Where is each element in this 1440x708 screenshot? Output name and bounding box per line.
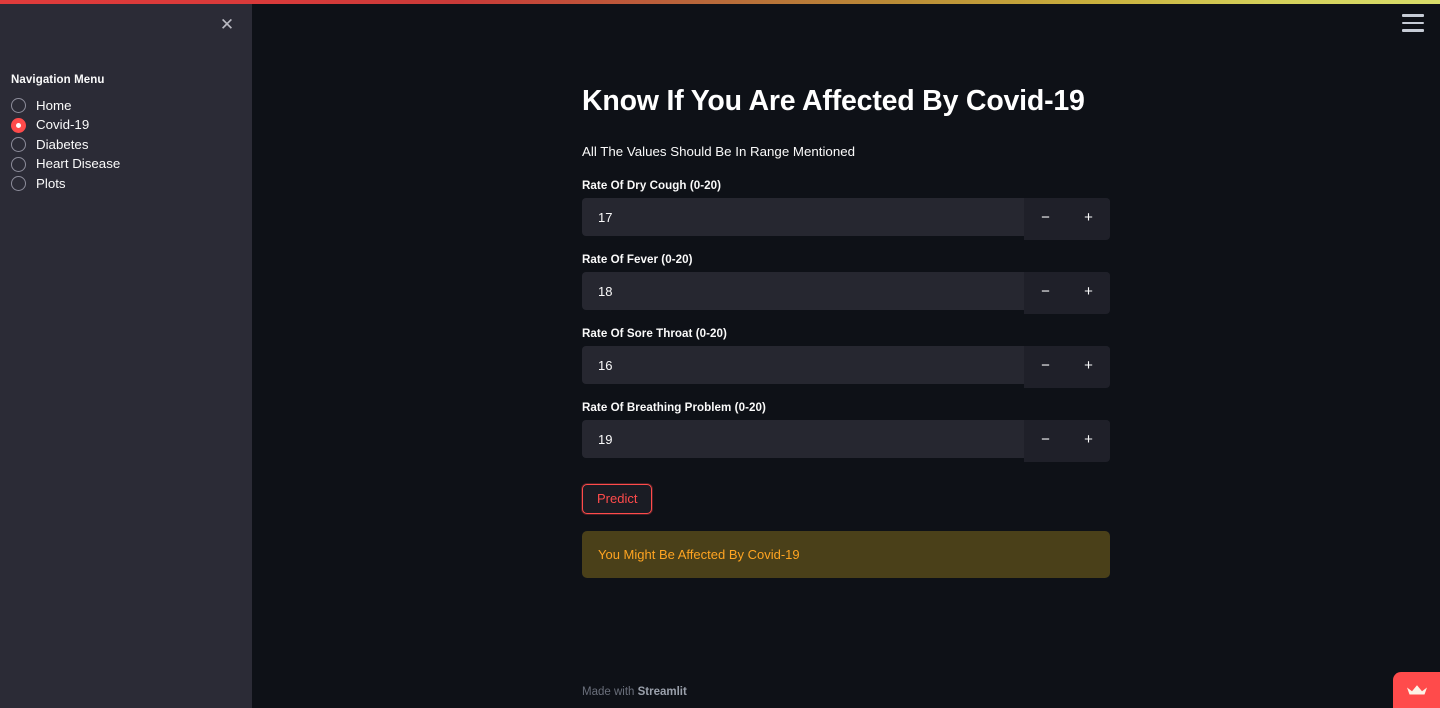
increment-button[interactable]: +: [1067, 198, 1110, 236]
field-dry-cough: Rate Of Dry Cough (0-20) 17 − +: [582, 179, 1110, 241]
radio-icon: [11, 137, 26, 152]
form-subtitle: All The Values Should Be In Range Mentio…: [582, 144, 856, 160]
sidebar-content: Navigation Menu Home Covid-19 Diabetes H…: [11, 74, 241, 194]
field-label: Rate Of Breathing Problem (0-20): [582, 401, 766, 415]
radio-icon: [11, 156, 26, 172]
sidebar-item-label: Heart Disease: [36, 156, 121, 172]
form-container: Know If You Are Affected By Covid-19 All…: [582, 84, 1110, 579]
number-input-breathing-problem[interactable]: 19 − +: [582, 420, 1110, 463]
field-label: Rate Of Fever (0-20): [582, 253, 693, 267]
predict-button[interactable]: Predict: [582, 484, 653, 515]
footer: Made with Streamlit: [582, 686, 687, 698]
top-progress-bar: [0, 0, 1440, 4]
sidebar: ✕ Navigation Menu Home Covid-19 Diabetes…: [0, 0, 252, 708]
sidebar-item-heart-disease[interactable]: Heart Disease: [11, 155, 241, 174]
decrement-button[interactable]: −: [1024, 420, 1067, 458]
stepper-controls: − +: [1024, 198, 1110, 241]
hamburger-bar: [1402, 29, 1424, 32]
field-label: Rate Of Sore Throat (0-20): [582, 327, 727, 341]
field-label: Rate Of Dry Cough (0-20): [582, 179, 722, 193]
navigation-menu-label: Navigation Menu: [11, 74, 105, 86]
sidebar-item-label: Home: [36, 97, 72, 113]
stepper-controls: − +: [1024, 346, 1110, 389]
increment-button[interactable]: +: [1067, 272, 1110, 310]
increment-button[interactable]: +: [1067, 346, 1110, 384]
sidebar-item-home[interactable]: Home: [11, 96, 241, 115]
main-content-area: Know If You Are Affected By Covid-19 All…: [252, 0, 1440, 708]
alert-message: You Might Be Affected By Covid-19: [598, 547, 800, 563]
number-input-fever[interactable]: 18 − +: [582, 272, 1110, 315]
sidebar-item-label: Covid-19: [36, 117, 90, 133]
streamlit-cloud-badge[interactable]: [1393, 672, 1440, 708]
decrement-button[interactable]: −: [1024, 272, 1067, 310]
field-breathing-problem: Rate Of Breathing Problem (0-20) 19 − +: [582, 401, 1110, 463]
close-icon[interactable]: ✕: [214, 11, 240, 37]
number-input-sore-throat[interactable]: 16 − +: [582, 346, 1110, 389]
sidebar-item-label: Plots: [36, 175, 66, 191]
stepper-controls: − +: [1024, 420, 1110, 463]
hamburger-bar: [1402, 21, 1424, 25]
sidebar-item-plots[interactable]: Plots: [11, 174, 241, 193]
page-title: Know If You Are Affected By Covid-19: [582, 85, 1085, 117]
field-fever: Rate Of Fever (0-20) 18 − +: [582, 253, 1110, 315]
field-sore-throat: Rate Of Sore Throat (0-20) 16 − +: [582, 327, 1110, 389]
sidebar-item-diabetes[interactable]: Diabetes: [11, 135, 241, 154]
sidebar-item-covid-19[interactable]: Covid-19: [11, 116, 241, 135]
increment-button[interactable]: +: [1067, 420, 1110, 458]
footer-brand-link[interactable]: Streamlit: [638, 686, 687, 698]
decrement-button[interactable]: −: [1024, 198, 1067, 236]
footer-made-with-text: Made with: [582, 686, 638, 698]
number-input-dry-cough[interactable]: 17 − +: [582, 198, 1110, 241]
streamlit-crown-icon: [1406, 685, 1427, 695]
radio-icon: [11, 98, 26, 113]
radio-selected-icon: [11, 117, 26, 133]
radio-icon: [11, 176, 26, 191]
stepper-controls: − +: [1024, 272, 1110, 315]
prediction-result-alert: You Might Be Affected By Covid-19: [582, 531, 1110, 579]
decrement-button[interactable]: −: [1024, 346, 1067, 384]
sidebar-item-label: Diabetes: [36, 136, 89, 152]
hamburger-menu-icon[interactable]: [1402, 14, 1424, 32]
hamburger-bar: [1402, 14, 1424, 17]
